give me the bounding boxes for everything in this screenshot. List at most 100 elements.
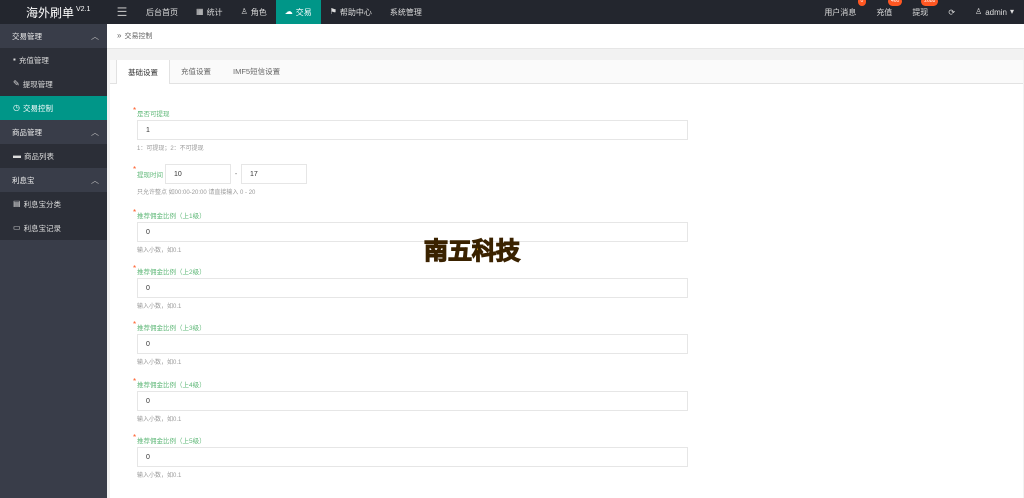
topnav-roles-label: 角色 bbox=[250, 7, 267, 17]
sidebar-group-goods[interactable]: 商品管理 ︿ bbox=[0, 120, 107, 144]
admin-name: admin bbox=[985, 7, 1007, 17]
tab-recharge-settings[interactable]: 充值设置 bbox=[170, 60, 222, 83]
topnav-system[interactable]: 系统管理 bbox=[381, 0, 431, 24]
breadcrumb: » 交易控制 bbox=[107, 24, 1024, 49]
topnav-help-label: 帮助中心 bbox=[339, 7, 372, 17]
withdraw-time-from-input[interactable]: 10 bbox=[165, 164, 231, 184]
sidebar-item-interest-category[interactable]: ▤ 利息宝分类 bbox=[0, 192, 107, 216]
refresh-icon[interactable]: ⟳ bbox=[938, 0, 965, 24]
tab-basic-settings[interactable]: 基础设置 bbox=[116, 60, 170, 84]
topnav-stats[interactable]: ▦ 统计 bbox=[187, 0, 232, 24]
top-nav: 后台首页 ▦ 统计 ♙ 角色 ☁ 交易 ⚑ 帮助中心 系统管理 bbox=[137, 0, 431, 24]
tab-sms-settings[interactable]: IMF5短信设置 bbox=[222, 60, 291, 83]
topnav-trade[interactable]: ☁ 交易 bbox=[275, 0, 321, 24]
cloud-icon: ☁ bbox=[284, 7, 293, 16]
user-icon: ♙ bbox=[240, 7, 248, 16]
required-mark: * bbox=[133, 165, 137, 174]
withdraw-enabled-field: * 是否可提现 1 1：可提现；2：不可提现 bbox=[133, 106, 688, 152]
range-separator: - bbox=[234, 170, 238, 178]
commission-input-3[interactable]: 0 bbox=[137, 334, 688, 354]
sidebar-item-label: 利息宝记录 bbox=[23, 223, 62, 233]
withdraw-time-label-wrap: * 提现时间 bbox=[133, 165, 165, 179]
sidebar-item-trade-control[interactable]: ◷ 交易控制 bbox=[0, 96, 107, 120]
required-mark: * bbox=[133, 377, 137, 386]
commission-label: 推荐佣金比例（上4级） bbox=[137, 382, 206, 389]
sidebar-item-withdraw[interactable]: ✎ 提现管理 bbox=[0, 72, 107, 96]
recharge-badge: 460 bbox=[887, 0, 903, 6]
wrench-icon: ✎ bbox=[13, 79, 20, 88]
topnav-home[interactable]: 后台首页 bbox=[137, 0, 187, 24]
commission-hint: 输入小数，如0.1 bbox=[137, 417, 182, 423]
watermark-text: 南五科技 bbox=[424, 236, 521, 265]
withdraw-enabled-input[interactable]: 1 bbox=[137, 120, 688, 140]
commission-label-wrap: * 推荐佣金比例（上2级） bbox=[133, 264, 688, 276]
commission-hint: 输入小数，如0.1 bbox=[137, 473, 182, 479]
commission-label: 推荐佣金比例（上1级） bbox=[137, 213, 206, 220]
topnav-stats-label: 统计 bbox=[206, 7, 223, 17]
sidebar-item-label: 充值管理 bbox=[18, 55, 49, 65]
sidebar-group-interest[interactable]: 利息宝 ︿ bbox=[0, 168, 107, 192]
chevron-up-icon: ︿ bbox=[91, 127, 99, 137]
top-bar: 海外刷单 V2.1 ☰ 后台首页 ▦ 统计 ♙ 角色 ☁ 交易 ⚑ 帮助中心 系统管理 … bbox=[0, 0, 1024, 24]
commission-label: 推荐佣金比例（上2级） bbox=[137, 269, 206, 276]
watermark-logo: 南五科技 bbox=[423, 235, 521, 265]
app-version: V2.1 bbox=[76, 5, 91, 13]
withdraw-enabled-label-wrap: * 是否可提现 bbox=[133, 106, 688, 118]
commission-label-wrap: * 推荐佣金比例（上5级） bbox=[133, 433, 688, 445]
recharge-link[interactable]: 充值 460 bbox=[866, 0, 903, 24]
top-right: 用户消息 0 充值 460 提现 2688 ⟳ ♙ admin ▾ bbox=[814, 0, 1024, 24]
sidebar-item-label: 提现管理 bbox=[22, 79, 53, 89]
commission-field-5: * 推荐佣金比例（上5级） 0 输入小数，如0.1 bbox=[133, 433, 688, 479]
commission-hint: 输入小数，如0.1 bbox=[137, 304, 182, 310]
withdraw-time-range: * 提现时间 10 - 17 bbox=[133, 164, 307, 184]
sidebar-item-label: 商品列表 bbox=[24, 151, 54, 161]
required-mark: * bbox=[133, 106, 137, 115]
tab-bar: 基础设置 充值设置 IMF5短信设置 bbox=[110, 60, 1023, 84]
required-mark: * bbox=[133, 208, 137, 217]
sidebar: 交易管理 ︿ ▪ 充值管理 ✎ 提现管理 ◷ 交易控制 商品管理 ︿ ▬ 商品列… bbox=[0, 24, 107, 498]
user-messages-badge: 0 bbox=[857, 0, 867, 6]
user-icon: ♙ bbox=[975, 7, 983, 16]
topnav-system-label: 系统管理 bbox=[389, 7, 422, 17]
breadcrumb-current[interactable]: 交易控制 bbox=[124, 31, 152, 41]
cart-icon: ▬ bbox=[13, 151, 21, 160]
clock-icon: ◷ bbox=[13, 103, 20, 112]
commission-input-2[interactable]: 0 bbox=[137, 278, 688, 298]
withdraw-enabled-hint: 1：可提现；2：不可提现 bbox=[137, 146, 204, 152]
commission-label-wrap: * 推荐佣金比例（上1级） bbox=[133, 208, 688, 220]
admin-menu[interactable]: ♙ admin ▾ bbox=[965, 0, 1024, 24]
commission-hint: 输入小数，如0.1 bbox=[137, 248, 182, 254]
menu-toggle-icon[interactable]: ☰ bbox=[107, 0, 137, 24]
chevron-down-icon: ▾ bbox=[1009, 7, 1014, 16]
commission-input-5[interactable]: 0 bbox=[137, 447, 688, 467]
main-content: » 交易控制 基础设置 充值设置 IMF5短信设置 * 是否可提现 1 1：可提现… bbox=[107, 24, 1024, 498]
user-messages-label: 用户消息 bbox=[824, 7, 857, 17]
withdraw-enabled-label: 是否可提现 bbox=[137, 111, 170, 118]
commission-hint: 输入小数，如0.1 bbox=[137, 360, 182, 366]
commission-field-3: * 推荐佣金比例（上3级） 0 输入小数，如0.1 bbox=[133, 320, 688, 366]
required-mark: * bbox=[133, 433, 137, 442]
sidebar-item-goods-list[interactable]: ▬ 商品列表 bbox=[0, 144, 107, 168]
commission-input-1[interactable]: 0 bbox=[137, 222, 688, 242]
app-brand[interactable]: 海外刷单 V2.1 bbox=[0, 0, 107, 24]
topnav-trade-label: 交易 bbox=[295, 7, 312, 17]
book-icon: ▤ bbox=[13, 199, 21, 208]
commission-label-wrap: * 推荐佣金比例（上4级） bbox=[133, 377, 688, 389]
sidebar-item-interest-record[interactable]: ▭ 利息宝记录 bbox=[0, 216, 107, 240]
commission-field-1: * 推荐佣金比例（上1级） 0 输入小数，如0.1 bbox=[133, 208, 688, 254]
withdraw-link[interactable]: 提现 2688 bbox=[902, 0, 939, 24]
chevron-up-icon: ︿ bbox=[91, 175, 99, 185]
commission-input-4[interactable]: 0 bbox=[137, 391, 688, 411]
chart-icon: ▦ bbox=[196, 7, 204, 16]
commission-field-2: * 推荐佣金比例（上2级） 0 输入小数，如0.1 bbox=[133, 264, 688, 310]
topnav-roles[interactable]: ♙ 角色 bbox=[232, 0, 276, 24]
commission-field-4: * 推荐佣金比例（上4级） 0 输入小数，如0.1 bbox=[133, 377, 688, 423]
required-mark: * bbox=[133, 320, 137, 329]
sidebar-item-recharge[interactable]: ▪ 充值管理 bbox=[0, 48, 107, 72]
commission-label-wrap: * 推荐佣金比例（上3级） bbox=[133, 320, 688, 332]
withdraw-time-to-input[interactable]: 17 bbox=[241, 164, 307, 184]
withdraw-badge: 2688 bbox=[921, 0, 939, 6]
user-messages-link[interactable]: 用户消息 0 bbox=[814, 0, 867, 24]
sidebar-group-trade[interactable]: 交易管理 ︿ bbox=[0, 24, 107, 48]
topnav-help[interactable]: ⚑ 帮助中心 bbox=[321, 0, 381, 24]
